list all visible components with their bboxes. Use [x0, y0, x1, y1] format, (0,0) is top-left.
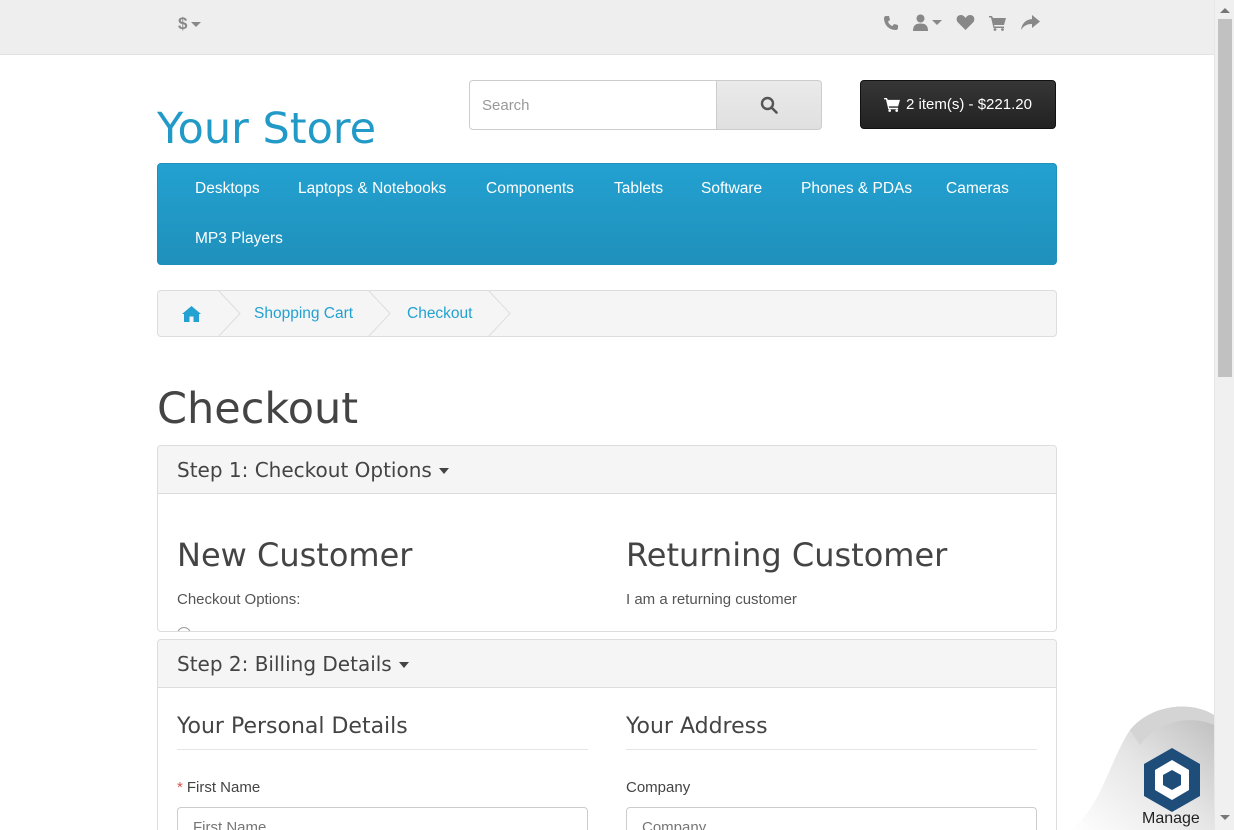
menu-item-desktops[interactable]: Desktops: [195, 180, 260, 198]
search-bar: [469, 80, 822, 130]
cart-button[interactable]: 2 item(s) - $221.20: [860, 80, 1056, 129]
breadcrumb-home[interactable]: [182, 291, 201, 336]
currency-symbol: $: [178, 14, 188, 33]
home-icon: [182, 305, 201, 322]
chevron-down-icon: [438, 467, 449, 474]
step2-heading[interactable]: Step 2: Billing Details: [158, 640, 1056, 688]
scrollbar-thumb[interactable]: [1218, 19, 1232, 377]
company-label: Company: [626, 779, 691, 796]
menu-item-tablets[interactable]: Tablets: [614, 180, 663, 198]
returning-customer-title: Returning Customer: [626, 536, 948, 574]
divider: [626, 749, 1037, 750]
manage-label[interactable]: Manage: [1142, 810, 1200, 828]
currency-dropdown[interactable]: $: [178, 14, 202, 34]
step1-panel: Step 1: Checkout Options New Customer Ch…: [157, 445, 1057, 632]
share-icon[interactable]: [1021, 14, 1040, 31]
main-menu: Desktops Laptops & Notebooks Components …: [157, 163, 1057, 265]
new-customer-title: New Customer: [177, 536, 413, 574]
menu-item-components[interactable]: Components: [486, 180, 574, 198]
first-name-label-text: First Name: [186, 779, 261, 796]
scroll-down-arrow-icon[interactable]: [1220, 815, 1230, 820]
breadcrumb-separator: [218, 290, 242, 337]
breadcrumb-separator: [368, 290, 392, 337]
account-dropdown[interactable]: [913, 14, 942, 31]
your-address-title: Your Address: [626, 714, 768, 739]
cart-icon: [884, 97, 901, 112]
menu-item-software[interactable]: Software: [701, 180, 762, 198]
chevron-down-icon: [932, 20, 942, 25]
search-icon: [760, 96, 778, 114]
menu-item-cameras[interactable]: Cameras: [946, 180, 1009, 198]
top-bar: $: [0, 0, 1214, 55]
breadcrumb-checkout[interactable]: Checkout: [407, 291, 472, 336]
menu-item-mp3[interactable]: MP3 Players: [195, 230, 283, 248]
chevron-down-icon: [191, 21, 202, 27]
personal-details-title: Your Personal Details: [177, 714, 408, 739]
step2-panel: Step 2: Billing Details Your Personal De…: [157, 639, 1057, 830]
search-input[interactable]: [469, 80, 717, 130]
step2-title: Step 2: Billing Details: [177, 651, 392, 676]
scrollbar[interactable]: [1214, 0, 1234, 830]
radio-icon[interactable]: [177, 627, 191, 631]
cart-total: 2 item(s) - $221.20: [906, 96, 1032, 113]
phone-icon[interactable]: [883, 15, 899, 31]
cart-icon[interactable]: [989, 15, 1007, 31]
step1-heading[interactable]: Step 1: Checkout Options: [158, 446, 1056, 494]
divider: [177, 749, 588, 750]
breadcrumb-shopping-cart[interactable]: Shopping Cart: [254, 291, 353, 336]
store-logo[interactable]: Your Store: [157, 104, 376, 154]
menu-item-phones[interactable]: Phones & PDAs: [801, 180, 912, 198]
heart-icon[interactable]: [956, 14, 975, 31]
step1-title: Step 1: Checkout Options: [177, 457, 432, 482]
page-title: Checkout: [157, 384, 359, 434]
search-button[interactable]: [717, 80, 822, 130]
returning-customer-text: I am a returning customer: [626, 591, 797, 608]
company-input[interactable]: [626, 807, 1037, 830]
scroll-up-arrow-icon[interactable]: [1220, 8, 1230, 13]
menu-item-laptops[interactable]: Laptops & Notebooks: [298, 180, 446, 198]
chevron-down-icon: [398, 661, 409, 668]
first-name-input[interactable]: [177, 807, 588, 830]
first-name-label: * First Name: [177, 779, 260, 796]
new-customer-text: Checkout Options:: [177, 591, 301, 608]
required-marker: *: [177, 779, 183, 796]
user-icon: [913, 14, 928, 31]
breadcrumb: Shopping Cart Checkout: [157, 290, 1057, 337]
top-links: [883, 14, 1040, 31]
breadcrumb-separator: [488, 290, 512, 337]
